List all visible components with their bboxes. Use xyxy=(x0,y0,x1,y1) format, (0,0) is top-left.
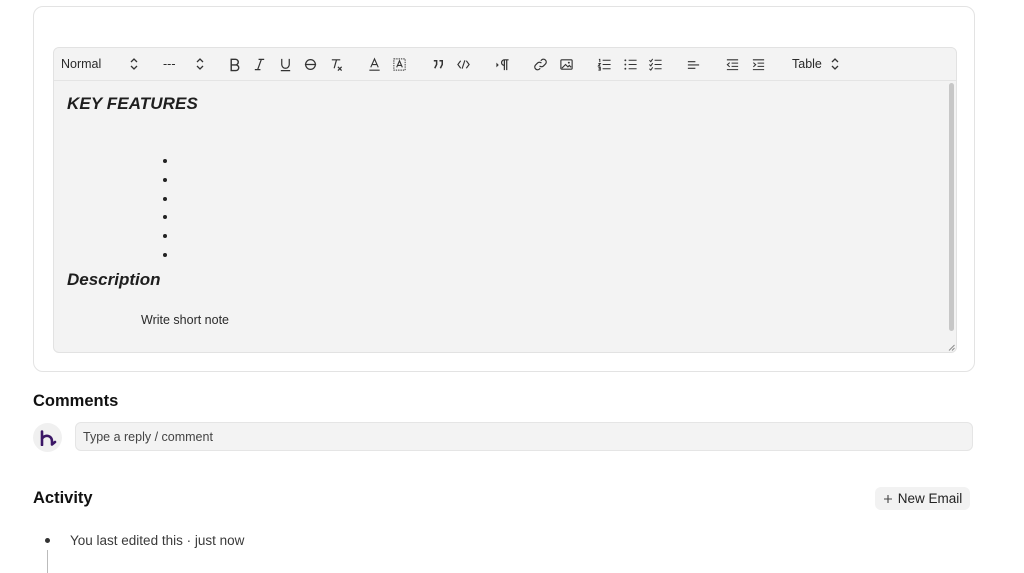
comment-input[interactable] xyxy=(75,422,973,451)
bullet-item xyxy=(163,159,167,163)
strikethrough-button[interactable] xyxy=(300,48,320,80)
bullet-list-button[interactable] xyxy=(620,48,640,80)
ordered-list-icon xyxy=(596,58,611,71)
indent-button[interactable] xyxy=(748,48,768,80)
image-icon xyxy=(559,58,573,70)
plus-icon xyxy=(883,494,892,503)
clear-format-icon xyxy=(331,58,342,71)
resize-handle-icon[interactable] xyxy=(948,344,955,351)
font-size-select[interactable]: --- xyxy=(163,48,208,80)
code-icon xyxy=(456,59,470,69)
bullet-item xyxy=(163,215,167,220)
bullet-item xyxy=(163,177,167,182)
highlight-button[interactable] xyxy=(389,48,409,80)
bold-button[interactable] xyxy=(224,48,244,80)
brand-logo-icon xyxy=(40,429,56,446)
italic-icon xyxy=(254,58,264,70)
italic-button[interactable] xyxy=(249,48,269,80)
bullet-item xyxy=(163,253,167,257)
checklist-button[interactable] xyxy=(645,48,665,80)
paragraph-direction-button[interactable] xyxy=(492,48,512,80)
select-caret-icon xyxy=(831,58,839,70)
ordered-list-button[interactable] xyxy=(594,48,614,80)
timeline-dot xyxy=(45,538,50,543)
indent-icon xyxy=(752,58,764,70)
underline-icon xyxy=(280,58,290,71)
description-note: Write short note xyxy=(141,313,230,327)
code-button[interactable] xyxy=(453,48,473,80)
heading-description: Description xyxy=(67,270,161,289)
link-icon xyxy=(533,58,547,70)
checklist-icon xyxy=(648,58,662,71)
blockquote-icon xyxy=(433,59,443,69)
paragraph-style-value: Normal xyxy=(61,57,102,71)
outdent-button[interactable] xyxy=(722,48,742,80)
select-caret-icon xyxy=(130,58,138,70)
activity-entry: You last edited this · just now xyxy=(70,533,245,548)
description-card: Normal --- Table KEY FEATURES Descriptio… xyxy=(33,6,975,372)
new-email-label: New Email xyxy=(897,491,963,506)
activity-title: Activity xyxy=(33,489,93,507)
bullet-item xyxy=(163,234,167,239)
new-email-button[interactable]: New Email xyxy=(875,487,970,510)
bold-icon xyxy=(230,58,239,71)
bullet-list-icon xyxy=(623,58,637,70)
font-size-value: --- xyxy=(163,57,176,71)
align-left-icon xyxy=(687,60,699,69)
align-left-button[interactable] xyxy=(683,48,703,80)
outdent-icon xyxy=(726,58,738,70)
editor-content[interactable]: KEY FEATURES Description Write short not… xyxy=(54,81,956,352)
bullet-item xyxy=(163,196,167,201)
image-button[interactable] xyxy=(556,48,576,80)
heading-key-features: KEY FEATURES xyxy=(67,94,198,113)
comments-title: Comments xyxy=(33,392,119,410)
text-color-button[interactable] xyxy=(364,48,384,80)
timeline-line xyxy=(47,550,48,573)
blockquote-button[interactable] xyxy=(428,48,448,80)
editor-toolbar: Normal --- Table xyxy=(54,48,956,81)
table-select-label: Table xyxy=(792,57,822,71)
table-select[interactable]: Table xyxy=(792,48,842,80)
avatar xyxy=(33,423,62,452)
paragraph-style-select[interactable]: Normal xyxy=(61,48,141,80)
highlight-icon xyxy=(392,57,406,71)
paragraph-direction-icon xyxy=(495,58,509,70)
link-button[interactable] xyxy=(530,48,550,80)
text-color-icon xyxy=(368,56,380,71)
strikethrough-icon xyxy=(304,58,316,70)
select-caret-icon xyxy=(196,58,204,70)
clear-format-button[interactable] xyxy=(326,48,346,80)
editor-scrollbar[interactable] xyxy=(949,83,954,331)
rich-text-editor[interactable]: Normal --- Table KEY FEATURES Descriptio… xyxy=(53,47,957,353)
underline-button[interactable] xyxy=(275,48,295,80)
